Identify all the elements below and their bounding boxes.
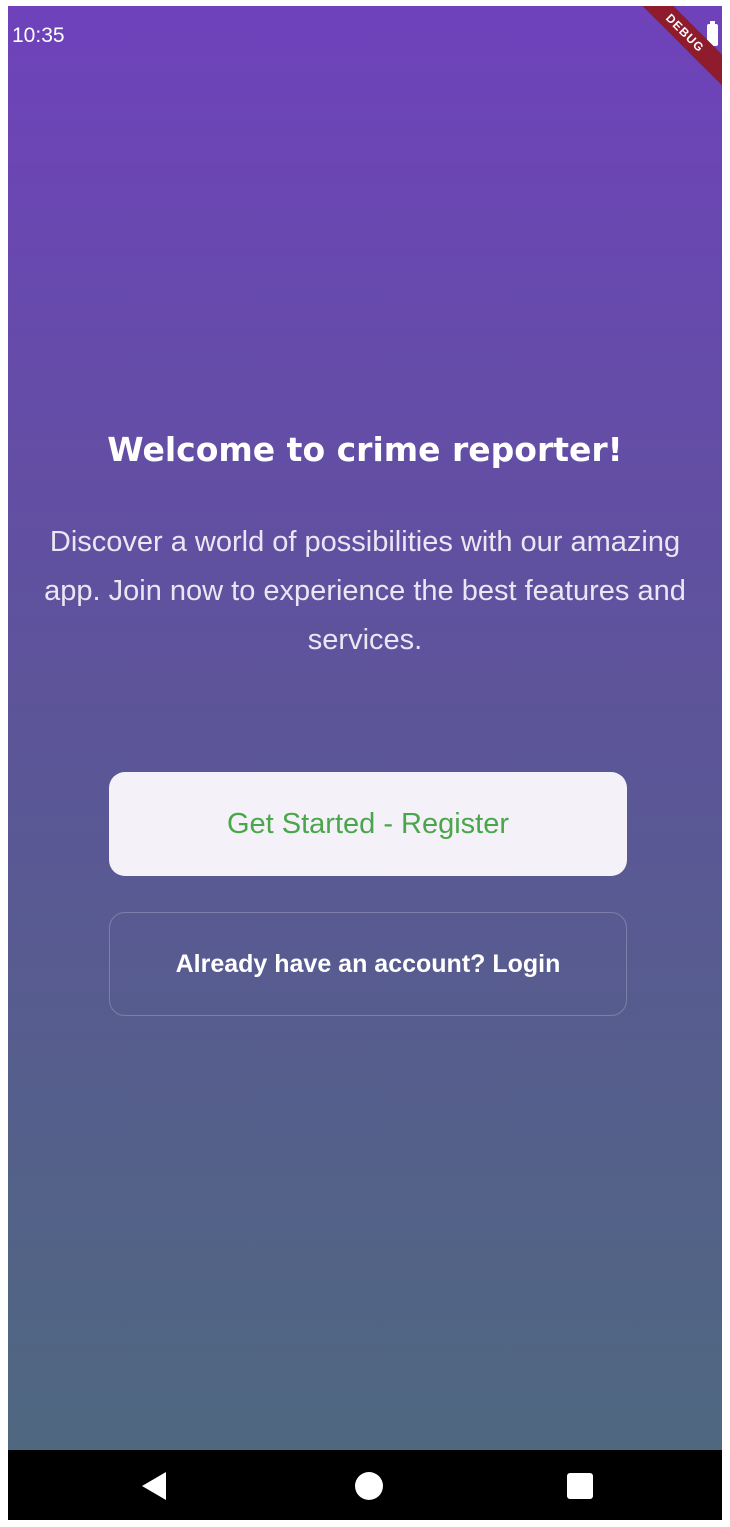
welcome-content: Welcome to crime reporter! Discover a wo…	[8, 6, 722, 1450]
login-button-label: Already have an account? Login	[175, 949, 561, 978]
register-button[interactable]: Get Started - Register	[109, 772, 627, 876]
welcome-title: Welcome to crime reporter!	[107, 430, 623, 469]
recents-icon[interactable]	[567, 1473, 593, 1499]
register-button-label: Get Started - Register	[226, 807, 510, 840]
navigation-bar	[8, 1450, 722, 1520]
app-screen: 10:35 DEBUG Welcome to crime reporter! D…	[8, 6, 722, 1450]
back-icon[interactable]	[142, 1472, 166, 1500]
welcome-description: Discover a world of possibilities with o…	[44, 526, 686, 656]
device-frame: 10:35 DEBUG Welcome to crime reporter! D…	[8, 6, 722, 1520]
home-icon[interactable]	[355, 1472, 383, 1500]
login-button[interactable]: Already have an account? Login	[109, 912, 627, 1016]
